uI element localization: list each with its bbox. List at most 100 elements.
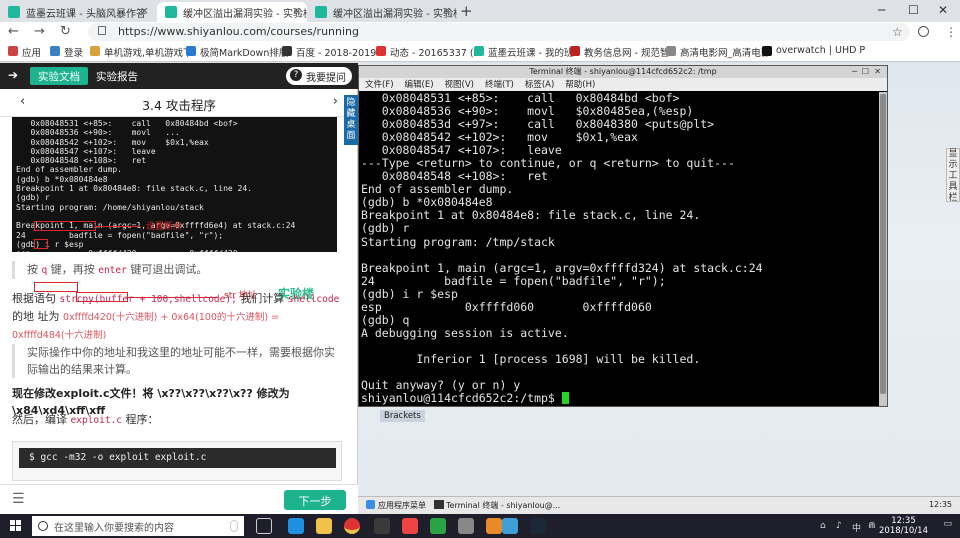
terminal-menubar: 文件(F) 编辑(E) 视图(V) 终端(T) 标签(A) 帮助(H) xyxy=(359,78,887,91)
chrome-icon[interactable] xyxy=(344,518,360,534)
menu-file[interactable]: 文件(F) xyxy=(365,80,394,90)
tab-label: 缓冲区溢出漏洞实验 - 实验楼 xyxy=(183,9,307,20)
tab-lab-doc[interactable]: 实验文档 xyxy=(30,67,88,85)
menu-terminal[interactable]: 终端(T) xyxy=(485,80,514,90)
clock[interactable]: 12:35 2018/10/14 xyxy=(879,516,928,536)
app-icon[interactable] xyxy=(458,518,474,534)
browser-tab-bar: 蓝墨云班课 - 头脑风暴作答 × 缓冲区溢出漏洞实验 - 实验楼 × 缓冲区溢出漏洞… xyxy=(0,0,960,22)
maximize-icon[interactable]: ☐ xyxy=(862,67,869,76)
highlight-box xyxy=(34,221,96,231)
tab-1[interactable]: 缓冲区溢出漏洞实验 - 实验楼 × xyxy=(157,2,307,22)
terminal-cursor xyxy=(561,392,569,405)
menu-tabs[interactable]: 标签(A) xyxy=(525,80,554,90)
steam-icon[interactable] xyxy=(530,518,546,534)
tip-quit: 按 q 键，再按 enter 键可退出调试。 xyxy=(12,261,342,279)
minimize-icon[interactable]: ─ xyxy=(878,3,885,17)
code-block: $ gcc -m32 -o exploit exploit.c xyxy=(12,441,342,481)
close-window-icon[interactable]: ✕ xyxy=(938,3,948,17)
show-toolbar-tab[interactable]: 显示工具栏 xyxy=(946,148,960,203)
hide-desktop-tab[interactable]: 隐藏桌面 xyxy=(344,95,358,145)
bookmark-item[interactable]: 教务信息网 - 规范智 xyxy=(570,45,669,59)
close-icon[interactable]: ✕ xyxy=(874,67,881,76)
menu-help[interactable]: 帮助(H) xyxy=(565,80,595,90)
notification-icon[interactable]: ▭ xyxy=(943,519,952,529)
para-text: 我们计算 xyxy=(240,292,285,305)
windows-search-input[interactable]: 在这里输入你要搜索的内容 xyxy=(32,516,244,536)
ime-indicator[interactable]: 中 xyxy=(852,521,861,534)
qq-icon[interactable] xyxy=(374,518,390,534)
network-icon[interactable]: ⌂ xyxy=(820,521,826,531)
minimize-icon[interactable]: ─ xyxy=(852,67,857,76)
vm-clock: 12:35 xyxy=(928,500,952,509)
inline-code: strcpy(buffer + 100,shellcode); xyxy=(59,294,237,305)
annotation-breakpoint: 设置断点 xyxy=(146,222,183,232)
menu-edit[interactable]: 编辑(E) xyxy=(405,80,434,90)
bookmark-item[interactable]: 百度 - 2018-2019- xyxy=(282,45,380,59)
bookmark-item[interactable]: 高清电影网_高清电影 xyxy=(666,45,770,59)
close-tab-icon[interactable]: × xyxy=(140,4,149,17)
bookmark-item[interactable]: 极简MarkDown排版 xyxy=(186,45,288,59)
inline-code: exploit.c xyxy=(70,415,122,426)
terminal-scrollbar[interactable] xyxy=(879,92,887,406)
highlight-box xyxy=(34,239,48,249)
next-step-button[interactable]: 下一步 xyxy=(284,490,346,510)
course-footer: ☰ 下一步 xyxy=(0,484,358,514)
tab-favicon-icon xyxy=(165,6,177,18)
app-icon[interactable] xyxy=(486,518,502,534)
tip-actual-address: 实际操作中你的地址和我这里的地址可能不一样，需要根据你实际输出的结果来计算。 xyxy=(12,344,342,378)
maximize-icon[interactable]: ☐ xyxy=(908,3,919,17)
compile-instruction: 然后，编译 exploit.c 程序： xyxy=(12,411,342,429)
bookmark-item[interactable]: 登录 xyxy=(50,45,83,59)
tip-text: 键可退出调试。 xyxy=(130,263,208,276)
bookmark-item[interactable]: 动态 - 20165337 (2 xyxy=(376,45,480,59)
back-arrow-icon[interactable]: ➔ xyxy=(8,68,18,82)
bookmark-item[interactable]: 应用 xyxy=(8,45,41,59)
menu-view[interactable]: 视图(V) xyxy=(445,80,474,90)
star-icon[interactable]: ☆ xyxy=(892,25,903,39)
tab-lab-report[interactable]: 实验报告 xyxy=(88,67,146,85)
windows-start-icon[interactable] xyxy=(10,520,22,532)
menu-icon[interactable]: ⋮ xyxy=(945,25,957,39)
edge-icon[interactable] xyxy=(288,518,304,534)
ask-question-button[interactable]: 我要提问 xyxy=(286,67,352,85)
tab-label: 缓冲区溢出漏洞实验 - 实验楼 xyxy=(333,9,457,20)
terminal-text: 0x08048531 <+85>: call 0x80484bd <bof> 0… xyxy=(361,92,763,406)
bookmark-item[interactable]: overwatch | UHD P xyxy=(762,45,865,56)
app-icon[interactable] xyxy=(402,518,418,534)
prev-section-icon[interactable]: ‹ xyxy=(20,94,25,109)
terminal-task[interactable]: Terminal 终端 - shiyanlou@... xyxy=(446,500,560,511)
task-view-icon[interactable] xyxy=(256,518,272,534)
microphone-icon[interactable] xyxy=(230,520,238,532)
new-tab-icon[interactable]: + xyxy=(460,2,473,20)
brackets-desktop-icon[interactable]: Brackets xyxy=(380,410,425,422)
back-icon[interactable]: ← xyxy=(8,24,19,39)
list-menu-icon[interactable]: ☰ xyxy=(12,491,25,507)
lock-icon xyxy=(98,26,106,35)
next-section-icon[interactable]: › xyxy=(333,94,338,109)
command-text[interactable]: $ gcc -m32 -o exploit exploit.c xyxy=(19,448,336,468)
file-explorer-icon[interactable] xyxy=(316,518,332,534)
apps-menu[interactable]: 应用程序菜单 xyxy=(378,500,426,511)
tab-0[interactable]: 蓝墨云班课 - 头脑风暴作答 × xyxy=(0,2,155,22)
forward-icon[interactable]: → xyxy=(34,24,45,39)
wifi-icon[interactable]: ⋒ xyxy=(868,521,876,531)
close-tab-icon[interactable]: × xyxy=(292,4,301,17)
clock-date: 2018/10/14 xyxy=(879,526,928,536)
address-bar-row: ← → ↻ https://www.shiyanlou.com/courses/… xyxy=(0,22,960,42)
terminal-window[interactable]: Terminal 终端 - shiyanlou@114cfcd652c2: /t… xyxy=(358,65,888,407)
volume-icon[interactable]: ♪ xyxy=(836,521,842,531)
tab-2[interactable]: 缓冲区溢出漏洞实验 - 实验楼 × xyxy=(307,2,457,22)
wechat-icon[interactable] xyxy=(430,518,446,534)
section-title-bar: ‹ 3.4 攻击程序 › xyxy=(0,89,358,117)
app-icon[interactable] xyxy=(502,518,518,534)
terminal-output[interactable]: 0x08048531 <+85>: call 0x80484bd <bof> 0… xyxy=(361,92,871,406)
bookmark-item[interactable]: 单机游戏,单机游戏下 xyxy=(90,45,193,59)
bookmark-item[interactable]: 蓝墨云班课 - 我的班 xyxy=(474,45,573,59)
inline-code: enter xyxy=(98,265,127,276)
close-tab-icon[interactable]: × xyxy=(442,4,451,17)
reload-icon[interactable]: ↻ xyxy=(60,24,71,39)
url-field[interactable]: https://www.shiyanlou.com/courses/runnin… xyxy=(88,23,910,41)
para-text: 然后，编译 xyxy=(12,413,67,426)
apps-menu-icon[interactable] xyxy=(366,500,375,509)
account-icon[interactable] xyxy=(918,26,929,37)
